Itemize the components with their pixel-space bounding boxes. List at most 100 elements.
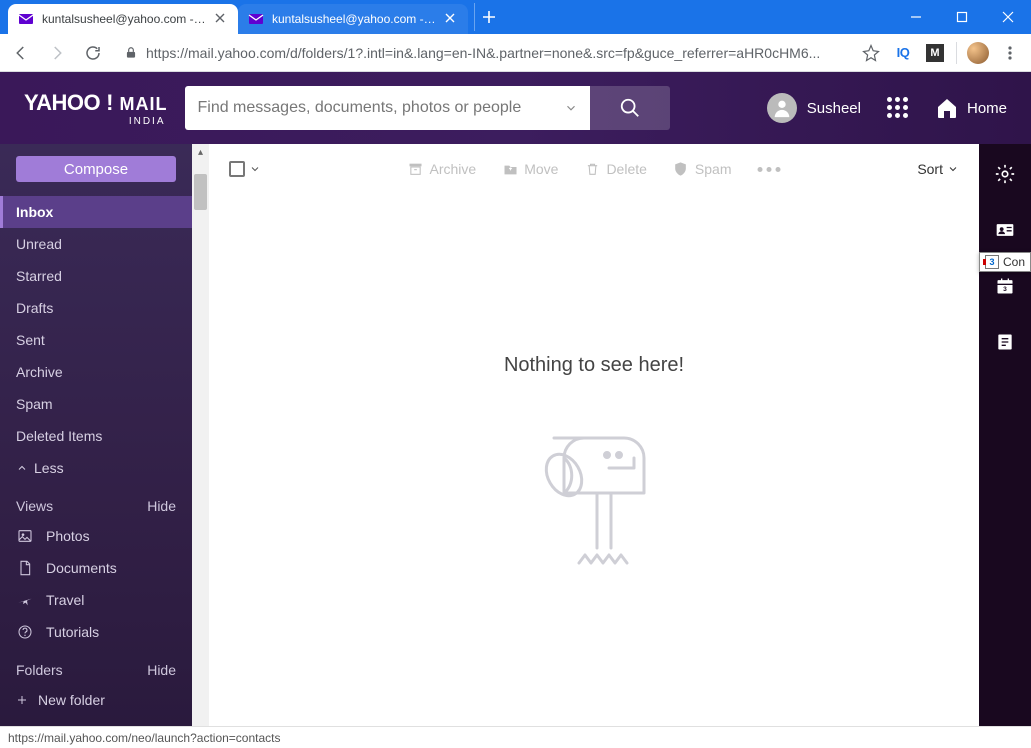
window-close-button[interactable] (985, 0, 1031, 34)
window-minimize-button[interactable] (893, 0, 939, 34)
shield-icon (673, 161, 689, 177)
spam-label: Spam (695, 161, 732, 177)
sidebar-scrollbar[interactable]: ▴ (192, 144, 209, 726)
view-label: Travel (46, 592, 84, 608)
rail-contacts[interactable]: 3 (979, 270, 1031, 302)
chevron-down-icon[interactable] (249, 163, 261, 175)
select-all-checkbox[interactable] (229, 161, 261, 177)
photos-icon (16, 528, 34, 544)
rail-settings[interactable] (979, 158, 1031, 190)
views-hide[interactable]: Hide (147, 498, 176, 514)
mail-favicon-icon (248, 11, 264, 27)
view-travel[interactable]: Travel (0, 584, 192, 616)
sidebar-item-starred[interactable]: Starred (0, 260, 192, 292)
search-input[interactable] (197, 99, 564, 117)
tutorials-icon (16, 624, 34, 640)
tab-close-icon[interactable] (444, 12, 458, 26)
sidebar-item-archive[interactable]: Archive (0, 356, 192, 388)
notepad-icon (995, 332, 1015, 352)
checkbox-icon (229, 161, 245, 177)
chevron-down-icon[interactable] (564, 101, 578, 115)
browser-status-bar: https://mail.yahoo.com/neo/launch?action… (0, 726, 1031, 748)
delete-button[interactable]: Delete (584, 161, 646, 177)
logo-product: MAIL (119, 94, 167, 115)
right-rail: 3 3 Con (979, 144, 1031, 726)
views-section-header: Views Hide (0, 484, 192, 520)
archive-icon (408, 161, 424, 177)
sort-button[interactable]: Sort (917, 161, 959, 177)
m-extension-icon[interactable]: M (924, 42, 946, 64)
delete-label: Delete (606, 161, 646, 177)
travel-icon (16, 592, 34, 608)
yahoo-mail-logo[interactable]: YAHOO! MAIL INDIA (24, 90, 167, 127)
tooltip-text: Con (1003, 255, 1025, 269)
window-maximize-button[interactable] (939, 0, 985, 34)
sidebar-item-spam[interactable]: Spam (0, 388, 192, 420)
sidebar-item-drafts[interactable]: Drafts (0, 292, 192, 324)
more-button[interactable] (757, 167, 780, 172)
empty-state: Nothing to see here! (209, 194, 979, 726)
content-area: Archive Move Delete Spam (209, 144, 979, 726)
scrollbar-thumb[interactable] (194, 174, 207, 210)
home-icon (935, 96, 959, 120)
view-documents[interactable]: Documents (0, 552, 192, 584)
nav-reload-button[interactable] (78, 38, 108, 68)
spam-button[interactable]: Spam (673, 161, 732, 177)
sidebar: Compose Inbox Unread Starred Drafts Sent… (0, 144, 192, 726)
url-field[interactable]: https://mail.yahoo.com/d/folders/1?.intl… (114, 39, 854, 67)
status-url: https://mail.yahoo.com/neo/launch?action… (8, 731, 281, 745)
home-link[interactable]: Home (935, 96, 1007, 120)
sidebar-item-deleted[interactable]: Deleted Items (0, 420, 192, 452)
tab-title: kuntalsusheel@yahoo.com - Yahoo (272, 12, 436, 26)
folders-hide[interactable]: Hide (147, 662, 176, 678)
sidebar-item-sent[interactable]: Sent (0, 324, 192, 356)
compose-button[interactable]: Compose (16, 156, 176, 182)
bookmark-star-icon[interactable] (860, 42, 882, 64)
scrollbar-up-icon[interactable]: ▴ (192, 147, 209, 158)
nav-forward-button[interactable] (42, 38, 72, 68)
view-photos[interactable]: Photos (0, 520, 192, 552)
folder-list: Inbox Unread Starred Drafts Sent Archive… (0, 196, 192, 452)
archive-button[interactable]: Archive (408, 161, 477, 177)
contact-card-icon (995, 220, 1015, 240)
move-label: Move (524, 161, 558, 177)
less-label: Less (34, 460, 64, 476)
sidebar-item-unread[interactable]: Unread (0, 228, 192, 260)
message-toolbar: Archive Move Delete Spam (209, 144, 979, 194)
browser-address-bar: https://mail.yahoo.com/d/folders/1?.intl… (0, 34, 1031, 72)
collapse-less[interactable]: Less (0, 452, 192, 484)
sidebar-item-inbox[interactable]: Inbox (0, 196, 192, 228)
empty-text: Nothing to see here! (504, 354, 684, 377)
browser-tab-active[interactable]: kuntalsusheel@yahoo.com - Yahoo (8, 4, 238, 34)
new-tab-button[interactable] (474, 3, 502, 31)
chevron-up-icon (16, 462, 28, 474)
documents-icon (16, 560, 34, 576)
tab-title: kuntalsusheel@yahoo.com - Yahoo (42, 12, 206, 26)
view-label: Documents (46, 560, 117, 576)
svg-text:3: 3 (1003, 286, 1007, 293)
rail-contacts-card[interactable] (979, 214, 1031, 246)
tab-close-icon[interactable] (214, 12, 228, 26)
profile-avatar-icon[interactable] (967, 42, 989, 64)
iq-extension-icon[interactable]: IQ (892, 42, 914, 64)
user-avatar-icon (767, 93, 797, 123)
browser-tab-inactive[interactable]: kuntalsusheel@yahoo.com - Yahoo (238, 4, 468, 34)
mailbox-illustration-icon (519, 403, 669, 583)
new-folder-button[interactable]: New folder (0, 684, 192, 716)
user-menu[interactable]: Susheel (767, 93, 861, 123)
search-button[interactable] (590, 86, 670, 130)
plus-icon (16, 694, 28, 706)
move-button[interactable]: Move (502, 161, 558, 177)
search-box[interactable] (185, 86, 590, 130)
browser-menu-button[interactable] (999, 42, 1021, 64)
view-tutorials[interactable]: Tutorials (0, 616, 192, 648)
rail-tooltip: 3 Con (979, 252, 1031, 272)
rail-notepad[interactable] (979, 326, 1031, 358)
nav-back-button[interactable] (6, 38, 36, 68)
move-icon (502, 161, 518, 177)
lock-icon (124, 46, 138, 60)
apps-grid-icon[interactable] (887, 97, 909, 119)
view-label: Tutorials (46, 624, 99, 640)
logo-region: INDIA (129, 116, 166, 127)
gear-icon (994, 163, 1016, 185)
